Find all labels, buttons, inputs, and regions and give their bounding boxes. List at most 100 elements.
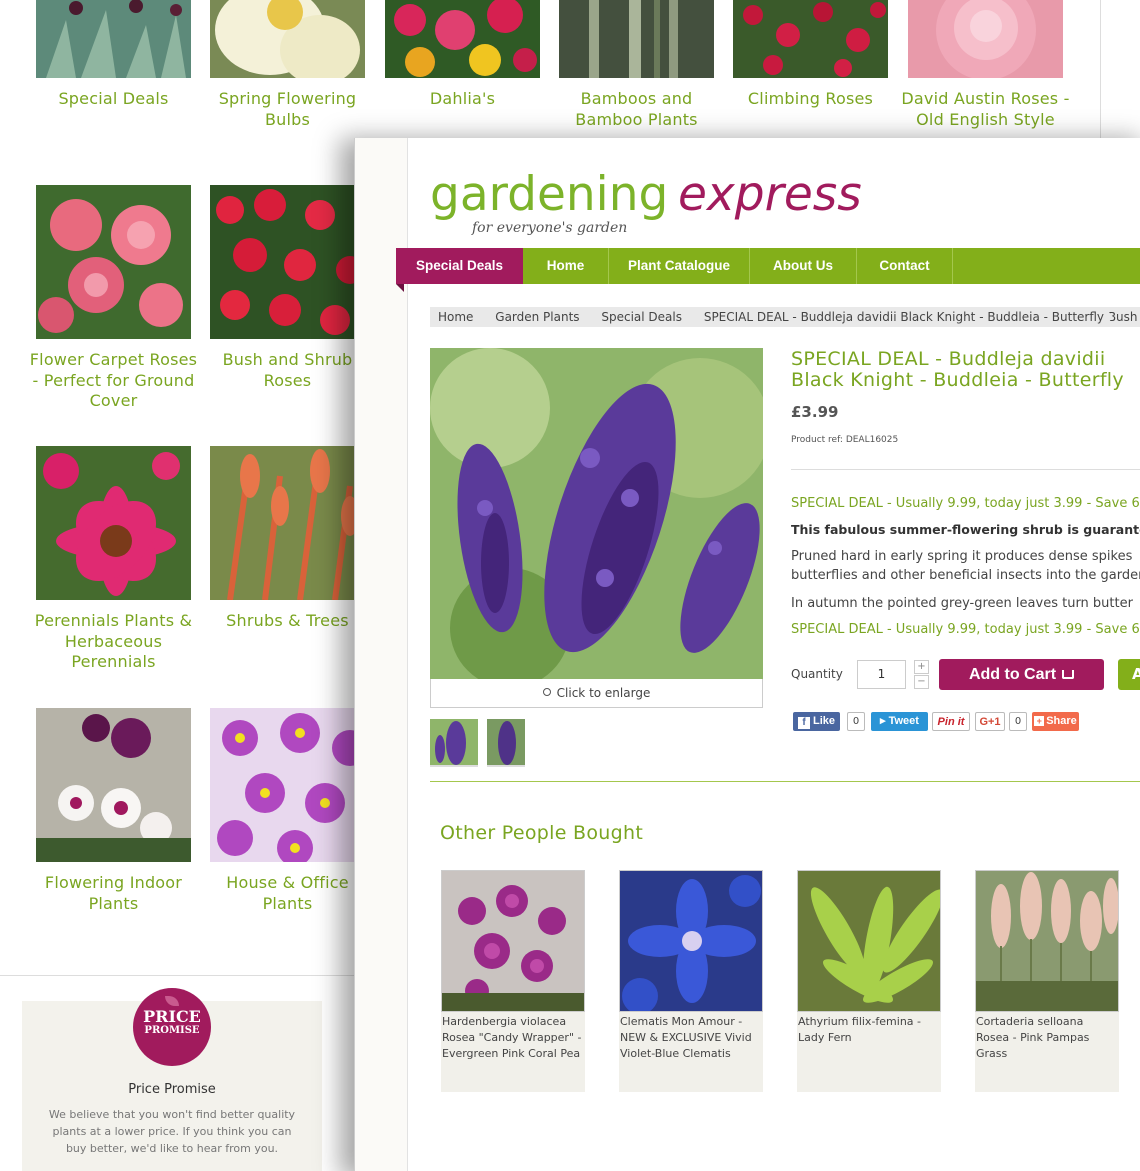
add-to-wishlist-button[interactable]: A <box>1118 659 1140 690</box>
other-people-bought-title: Other People Bought <box>440 822 644 844</box>
category-image[interactable] <box>36 446 191 600</box>
quantity-decrement-button[interactable]: − <box>914 675 929 689</box>
category-tile[interactable]: Flowering Indoor Plants <box>26 708 201 914</box>
breadcrumb-arrow <box>1105 307 1113 327</box>
product-thumbnail[interactable] <box>430 719 478 767</box>
product-price: £3.99 <box>791 403 839 421</box>
product-title: SPECIAL DEAL - Buddleja davidii Black Kn… <box>791 349 1124 391</box>
related-product-name[interactable]: Athyrium filix-femina - Lady Fern <box>797 1012 941 1046</box>
breadcrumb-home[interactable]: Home <box>438 310 473 324</box>
share-label: Share <box>1046 715 1077 727</box>
related-product-image[interactable] <box>797 870 941 1012</box>
click-to-enlarge[interactable]: Click to enlarge <box>430 679 763 708</box>
category-tile[interactable]: Bush and Shrub Roses <box>200 185 375 391</box>
category-name[interactable]: Shrubs & Trees <box>200 611 375 632</box>
category-name[interactable]: Perennials Plants & Herbaceous Perennial… <box>26 611 201 673</box>
add-to-cart-button[interactable]: Add to Cart <box>939 659 1104 690</box>
related-product-name[interactable]: Cortaderia selloana Rosea - Pink Pampas … <box>975 1012 1119 1062</box>
category-name[interactable]: Flower Carpet Roses - Perfect for Ground… <box>26 350 201 412</box>
breadcrumb-garden-plants[interactable]: Garden Plants <box>495 310 579 324</box>
category-name[interactable]: Special Deals <box>26 89 201 110</box>
description-line: SPECIAL DEAL - Usually 9.99, today just … <box>791 622 1140 637</box>
divider <box>791 469 1140 470</box>
category-name[interactable]: Climbing Roses <box>723 89 898 110</box>
quantity-label: Quantity <box>791 667 843 681</box>
plus-icon: + <box>1034 716 1045 726</box>
divider <box>1100 0 1101 140</box>
related-product-image[interactable] <box>441 870 585 1012</box>
share-button[interactable]: + Share <box>1032 712 1079 731</box>
nav-home[interactable]: Home <box>523 248 609 284</box>
category-name[interactable]: Bush and Shrub Roses <box>200 350 375 391</box>
nav-about-us[interactable]: About Us <box>750 248 857 284</box>
tweet-button[interactable]: ▸ Tweet <box>871 712 928 731</box>
nav-fold-decoration <box>396 284 404 292</box>
description-line: butterflies and other beneficial insects… <box>791 568 1140 583</box>
category-tile[interactable]: Perennials Plants & Herbaceous Perennial… <box>26 446 201 673</box>
category-tile[interactable]: Spring Flowering Bulbs <box>200 0 375 130</box>
click-to-enlarge-label: Click to enlarge <box>556 686 651 700</box>
gardening-express-logo[interactable]: gardening express for everyone's garden <box>430 160 880 240</box>
category-name[interactable]: House & Office Plants <box>200 873 375 914</box>
category-image[interactable] <box>210 185 365 339</box>
price-promise-badge: PRICE PROMISE <box>133 988 211 1066</box>
like-label: Like <box>812 715 835 727</box>
category-name[interactable]: Dahlia's <box>375 89 550 110</box>
category-tile[interactable]: Bamboos and Bamboo Plants <box>549 0 724 130</box>
related-product-card[interactable]: Athyrium filix-femina - Lady Fern <box>797 870 941 1092</box>
like-count: 0 <box>847 712 865 731</box>
breadcrumb-special-deals[interactable]: Special Deals <box>601 310 682 324</box>
quantity-increment-button[interactable]: + <box>914 660 929 674</box>
category-image[interactable] <box>36 185 191 339</box>
category-name[interactable]: Bamboos and Bamboo Plants <box>549 89 724 130</box>
category-tile[interactable]: House & Office Plants <box>200 708 375 914</box>
category-tile[interactable]: Special Deals <box>26 0 201 110</box>
description-line: This fabulous summer-flowering shrub is … <box>791 522 1140 537</box>
related-product-image[interactable] <box>619 870 763 1012</box>
category-name[interactable]: Spring Flowering Bulbs <box>200 89 375 130</box>
facebook-like-button[interactable]: f Like <box>793 712 840 731</box>
category-tile[interactable]: Dahlia's <box>375 0 550 110</box>
category-tile[interactable]: Flower Carpet Roses - Perfect for Ground… <box>26 185 201 412</box>
category-image[interactable] <box>559 0 714 78</box>
nav-contact[interactable]: Contact <box>857 248 953 284</box>
logo-word-express: express <box>678 167 862 222</box>
related-product-name[interactable]: Clematis Mon Amour - NEW & EXCLUSIVE Viv… <box>619 1012 763 1062</box>
facebook-icon: f <box>797 717 810 729</box>
description-line: SPECIAL DEAL - Usually 9.99, today just … <box>791 496 1140 511</box>
quantity-input[interactable]: 1 <box>857 660 906 689</box>
category-image[interactable] <box>36 0 191 78</box>
category-image[interactable] <box>210 446 365 600</box>
product-thumbnail[interactable] <box>487 719 525 767</box>
price-promise-text: We believe that you won't find better qu… <box>48 1108 296 1155</box>
category-image[interactable] <box>210 0 365 78</box>
breadcrumb-current: SPECIAL DEAL - Buddleja davidii Black Kn… <box>703 310 1138 324</box>
nav-plant-catalogue[interactable]: Plant Catalogue <box>609 248 750 284</box>
category-name[interactable]: Flowering Indoor Plants <box>26 873 201 914</box>
category-name[interactable]: David Austin Roses - Old English Style S… <box>898 89 1073 130</box>
pinterest-button[interactable]: Pin it <box>932 712 970 731</box>
badge-line1: PRICE <box>143 1007 201 1026</box>
category-image[interactable] <box>36 708 191 862</box>
category-tile[interactable]: Climbing Roses <box>723 0 898 110</box>
product-main-image[interactable] <box>430 348 763 679</box>
category-image[interactable] <box>733 0 888 78</box>
main-nav: Special Deals Home Plant Catalogue About… <box>396 248 1140 284</box>
description-line: In autumn the pointed grey-green leaves … <box>791 596 1133 611</box>
nav-special-deals[interactable]: Special Deals <box>396 248 523 284</box>
description-line: Pruned hard in early spring it produces … <box>791 549 1133 564</box>
related-product-card[interactable]: Clematis Mon Amour - NEW & EXCLUSIVE Viv… <box>619 870 763 1092</box>
logo-tagline: for everyone's garden <box>471 220 627 236</box>
related-product-card[interactable]: Hardenbergia violacea Rosea "Candy Wrapp… <box>441 870 585 1092</box>
category-image[interactable] <box>210 708 365 862</box>
category-tile[interactable]: Shrubs & Trees <box>200 446 375 632</box>
category-image[interactable] <box>908 0 1063 78</box>
google-plus-button[interactable]: G+1 <box>975 712 1005 731</box>
related-product-card[interactable]: Cortaderia selloana Rosea - Pink Pampas … <box>975 870 1119 1092</box>
product-ref: Product ref: DEAL16025 <box>791 435 899 445</box>
category-image[interactable] <box>385 0 540 78</box>
category-tile[interactable]: David Austin Roses - Old English Style S… <box>898 0 1073 130</box>
related-product-image[interactable] <box>975 870 1119 1012</box>
related-product-name[interactable]: Hardenbergia violacea Rosea "Candy Wrapp… <box>441 1012 585 1062</box>
divider <box>430 781 1140 782</box>
